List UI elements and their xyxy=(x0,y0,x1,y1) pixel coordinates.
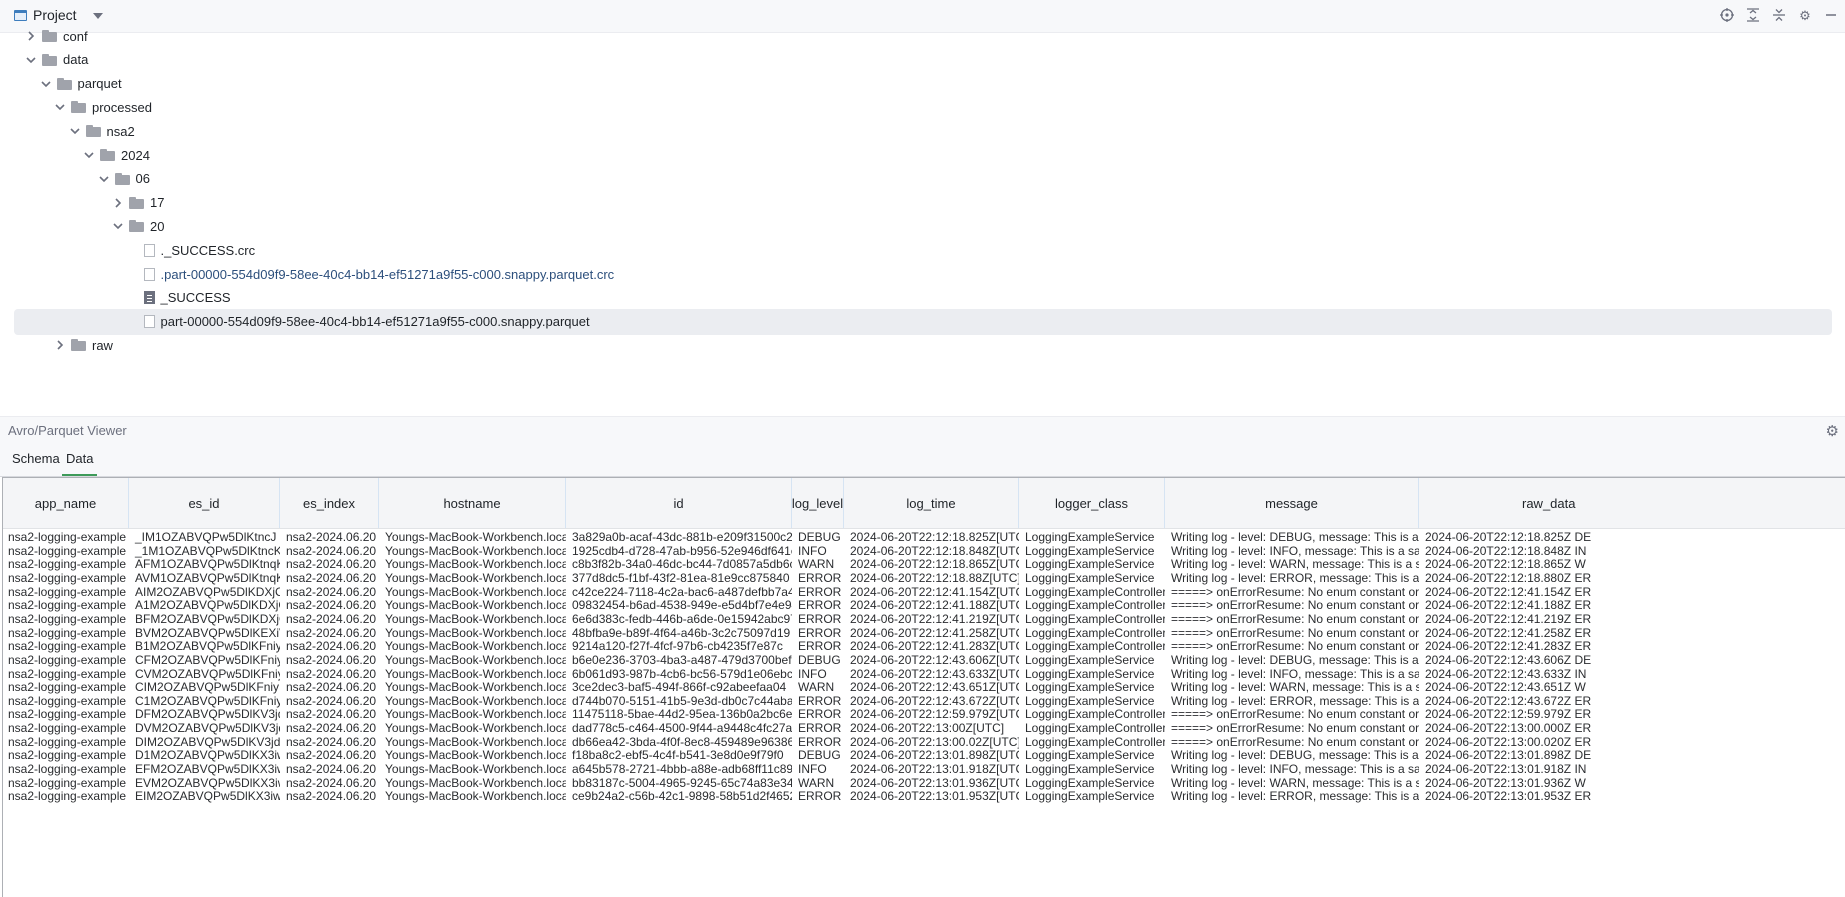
gear-icon[interactable]: ⚙ xyxy=(1797,7,1813,23)
file-icon xyxy=(143,315,155,329)
tree-item[interactable]: 2024 xyxy=(14,142,1832,168)
tree-item[interactable]: parquet xyxy=(14,71,1832,97)
tree-item[interactable]: processed xyxy=(14,94,1832,120)
column-header-es-index[interactable]: es_index xyxy=(280,478,379,528)
collapse-all-icon[interactable] xyxy=(1771,7,1787,23)
tree-item-label: parquet xyxy=(77,76,122,92)
tree-item[interactable]: 06 xyxy=(14,166,1832,192)
tree-item[interactable]: 17 xyxy=(14,190,1832,216)
column-header-log-level[interactable]: log_level xyxy=(792,478,844,528)
folder-icon xyxy=(56,77,72,90)
tree-item-label: _SUCCESS xyxy=(160,290,231,306)
column-header-log-time[interactable]: log_time xyxy=(844,478,1019,528)
chevron-right-icon[interactable] xyxy=(53,338,67,352)
tree-item-label: part-00000-554d09f9-58ee-40c4-bb14-ef512… xyxy=(160,314,590,330)
chevron-down-icon[interactable] xyxy=(24,53,38,67)
column-header-app-name[interactable]: app_name xyxy=(3,478,129,528)
tree-item[interactable]: 20 xyxy=(14,213,1832,239)
chevron-down-icon[interactable] xyxy=(92,13,103,19)
project-window-icon xyxy=(14,9,27,21)
column-header-logger-class[interactable]: logger_class xyxy=(1019,478,1165,528)
tree-item-label: nsa2 xyxy=(106,123,135,139)
cell-message: Writing log - level: ERROR, message: Thi… xyxy=(1171,789,1419,804)
column-header-raw-data[interactable]: raw_data xyxy=(1419,478,1619,528)
cell-es-index: nsa2-2024.06.20 xyxy=(286,789,377,804)
table-header: app_name es_id es_index hostname id log_level… xyxy=(3,478,1845,529)
cell-log-level: ERROR xyxy=(798,789,842,804)
file-icon xyxy=(143,291,155,305)
tab-data[interactable]: Data xyxy=(62,451,98,476)
chevron-down-icon[interactable] xyxy=(39,77,53,91)
tree-item-label: 06 xyxy=(135,171,150,187)
cell-app-name: nsa2-logging-example xyxy=(8,789,127,804)
folder-icon xyxy=(42,53,57,66)
folder-icon xyxy=(129,220,144,233)
column-header-es-id[interactable]: es_id xyxy=(129,478,280,528)
viewer-tabs: Schema Data xyxy=(0,444,1845,477)
project-view-selector[interactable]: Project xyxy=(14,7,103,23)
chevron-down-icon[interactable] xyxy=(53,100,67,114)
tree-item[interactable]: nsa2 xyxy=(14,118,1832,144)
tree-item-label: .part-00000-554d09f9-58ee-40c4-bb14-ef51… xyxy=(160,266,615,282)
expand-all-icon[interactable] xyxy=(1745,7,1761,23)
tree-item-label: 20 xyxy=(150,218,165,234)
column-header-message[interactable]: message xyxy=(1165,478,1419,528)
tree-item-label: 2024 xyxy=(121,147,150,163)
chevron-down-icon[interactable] xyxy=(68,124,82,138)
column-header-id[interactable]: id xyxy=(566,478,792,528)
cell-es-id: EIM2OZABVQPw5DlKX3iw xyxy=(135,789,280,804)
tree-item-label: data xyxy=(63,52,89,68)
tab-schema[interactable]: Schema xyxy=(8,451,64,476)
tree-item-label: 17 xyxy=(150,195,165,211)
data-table: app_name es_id es_index hostname id log_level… xyxy=(2,477,1845,897)
cell-logger-class: LoggingExampleService xyxy=(1025,789,1155,804)
tree-item[interactable]: data xyxy=(14,47,1832,73)
tree-item[interactable]: raw xyxy=(14,332,1832,358)
folder-icon xyxy=(71,101,86,114)
folder-icon xyxy=(42,30,57,42)
tree-item[interactable]: _SUCCESS xyxy=(14,285,1832,311)
chevron-right-icon[interactable] xyxy=(111,196,125,210)
tree-item[interactable]: ._SUCCESS.crc xyxy=(14,237,1832,263)
locate-icon[interactable] xyxy=(1719,7,1735,23)
minimize-icon[interactable] xyxy=(1823,7,1839,23)
viewer-header: Avro/Parquet Viewer ⚙ xyxy=(0,416,1845,445)
folder-icon xyxy=(100,149,115,161)
folder-icon xyxy=(114,172,130,185)
file-icon xyxy=(143,267,155,281)
column-header-hostname[interactable]: hostname xyxy=(379,478,566,528)
tree-item[interactable]: part-00000-554d09f9-58ee-40c4-bb14-ef512… xyxy=(14,308,1832,335)
folder-icon xyxy=(85,125,101,138)
project-title: Project xyxy=(33,7,77,23)
viewer-title: Avro/Parquet Viewer xyxy=(8,423,127,438)
cell-log-time: 2024-06-20T22:13:01.953Z[UTC] xyxy=(850,789,1019,804)
tree-item-label: conf xyxy=(63,28,88,44)
folder-icon xyxy=(129,196,144,209)
table-row[interactable]: nsa2-logging-example EIM2OZABVQPw5DlKX3iw… xyxy=(3,788,1845,804)
tree-item-label: processed xyxy=(92,99,152,115)
cell-hostname: Youngs-MacBook-Workbench.local xyxy=(385,789,566,804)
tree-item[interactable]: .part-00000-554d09f9-58ee-40c4-bb14-ef51… xyxy=(14,261,1832,287)
chevron-down-icon[interactable] xyxy=(82,148,96,162)
cell-id: ce9b24a2-c56b-42c1-9898-58b51d2f4652 xyxy=(572,789,792,804)
file-icon xyxy=(143,243,155,257)
project-tree: conf data parquet processed nsa2 2024 06 17 20 ._… xyxy=(0,29,1845,416)
viewer-gear-icon[interactable]: ⚙ xyxy=(1826,422,1839,440)
folder-icon xyxy=(71,339,86,352)
tree-item-label: ._SUCCESS.crc xyxy=(160,242,256,258)
chevron-right-icon[interactable] xyxy=(24,29,38,43)
tree-item-label: raw xyxy=(92,337,113,353)
tree-item[interactable]: conf xyxy=(14,23,1832,49)
chevron-down-icon[interactable] xyxy=(97,172,111,186)
chevron-down-icon[interactable] xyxy=(111,219,125,233)
project-toolbar-icons: ⚙ xyxy=(1719,7,1839,23)
cell-raw-data: 2024-06-20T22:13:01.953Z ER xyxy=(1425,789,1592,804)
